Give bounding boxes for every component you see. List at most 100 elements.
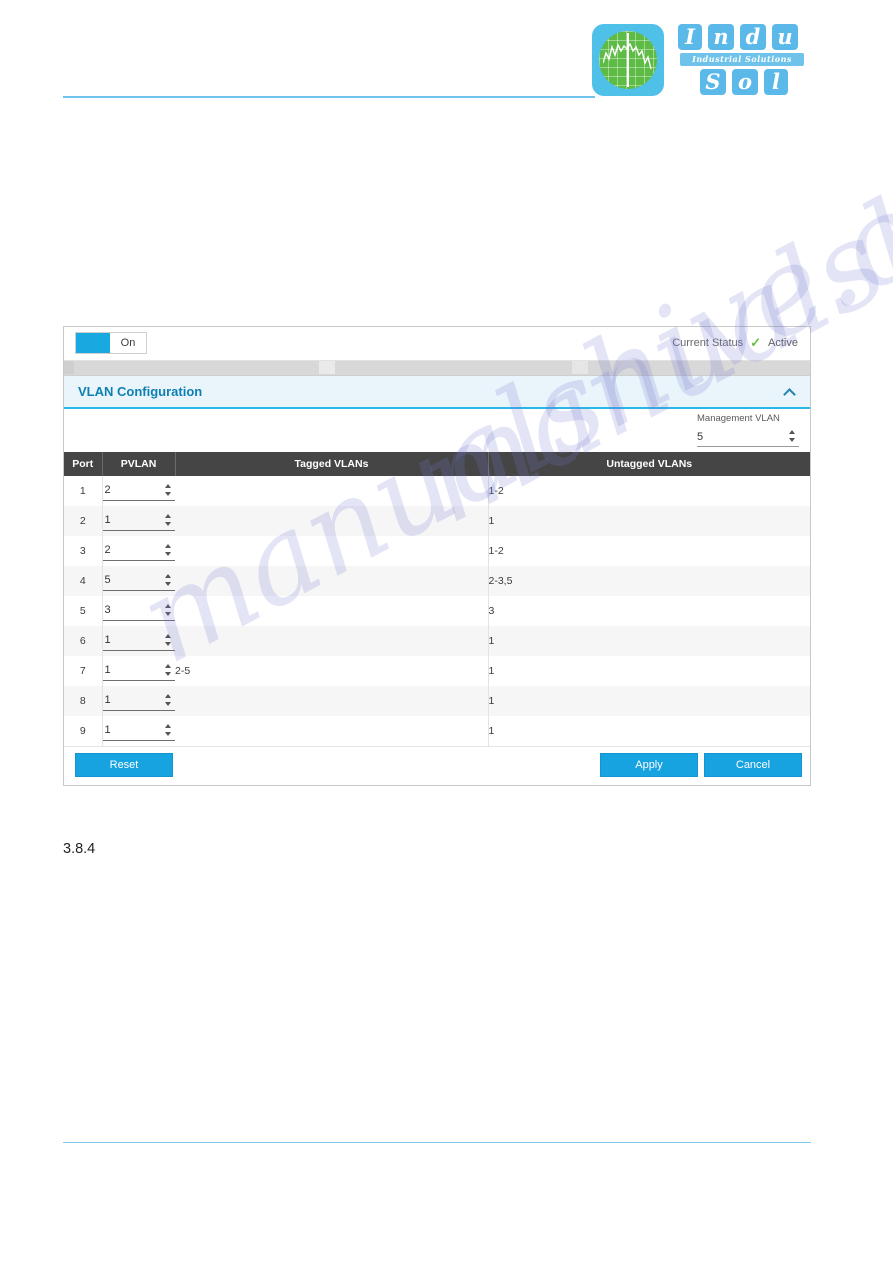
cell-untagged-vlans[interactable]: 1 bbox=[487, 626, 810, 656]
management-vlan-label: Management VLAN bbox=[697, 413, 780, 424]
table-row: 7 1 2-5 1 bbox=[64, 656, 810, 686]
reset-button[interactable]: Reset bbox=[75, 753, 173, 777]
cell-untagged-vlans[interactable]: 1 bbox=[487, 506, 810, 536]
cell-untagged-vlans[interactable]: 1 bbox=[487, 686, 810, 716]
cell-tagged-vlans[interactable] bbox=[175, 476, 488, 506]
spinner-up-icon[interactable] bbox=[165, 484, 171, 488]
spinner-up-icon[interactable] bbox=[165, 664, 171, 668]
vlan-configuration-panel: On Current Status ✓ Active VLAN Configur… bbox=[63, 326, 811, 786]
pvlan-input[interactable]: 1 bbox=[102, 511, 175, 531]
pvlan-input[interactable]: 1 bbox=[102, 631, 175, 651]
spinner-updown-icon[interactable] bbox=[164, 483, 173, 498]
cell-pvlan[interactable]: 2 bbox=[102, 536, 175, 566]
vlan-enable-toggle[interactable]: On bbox=[75, 332, 147, 354]
cell-tagged-vlans[interactable] bbox=[175, 566, 488, 596]
spinner-down-icon[interactable] bbox=[165, 642, 171, 646]
pvlan-input[interactable]: 5 bbox=[102, 571, 175, 591]
spinner-up-icon[interactable] bbox=[165, 514, 171, 518]
pvlan-value: 1 bbox=[104, 694, 111, 706]
pvlan-input[interactable]: 2 bbox=[102, 541, 175, 561]
cell-tagged-vlans[interactable] bbox=[175, 716, 488, 746]
cell-tagged-vlans[interactable] bbox=[175, 536, 488, 566]
pvlan-input[interactable]: 1 bbox=[102, 691, 175, 711]
spinner-updown-icon[interactable] bbox=[164, 633, 173, 648]
spinner-down-icon[interactable] bbox=[165, 732, 171, 736]
column-header-tagged: Tagged VLANs bbox=[175, 452, 489, 476]
globe-icon bbox=[592, 24, 664, 96]
table-header-row: Port PVLAN Tagged VLANs Untagged VLANs bbox=[64, 452, 810, 476]
spinner-up-icon[interactable] bbox=[165, 634, 171, 638]
cell-pvlan[interactable]: 1 bbox=[102, 716, 175, 746]
spinner-updown-icon[interactable] bbox=[164, 543, 173, 558]
spinner-down-icon[interactable] bbox=[165, 522, 171, 526]
pvlan-input[interactable]: 1 bbox=[102, 721, 175, 741]
cell-pvlan[interactable]: 1 bbox=[102, 686, 175, 716]
pvlan-input[interactable]: 3 bbox=[102, 601, 175, 621]
spinner-down-icon[interactable] bbox=[165, 672, 171, 676]
current-status: Current Status ✓ Active bbox=[672, 335, 798, 351]
management-vlan-input[interactable]: 5 bbox=[697, 427, 799, 447]
spinner-updown-icon[interactable] bbox=[164, 723, 173, 738]
logo-letter-o: o bbox=[732, 69, 758, 95]
pvlan-input[interactable]: 2 bbox=[102, 481, 175, 501]
cell-pvlan[interactable]: 3 bbox=[102, 596, 175, 626]
spinner-updown-icon[interactable] bbox=[164, 663, 173, 678]
chevron-up-icon[interactable] bbox=[784, 386, 796, 398]
logo-letter-i: I bbox=[678, 24, 702, 50]
spinner-updown-icon[interactable] bbox=[164, 513, 173, 528]
table-row: 4 5 2-3,5 bbox=[64, 566, 810, 596]
scrollbar-segment-right[interactable] bbox=[572, 361, 588, 374]
management-vlan-field[interactable]: Management VLAN 5 bbox=[697, 413, 799, 447]
cancel-button[interactable]: Cancel bbox=[704, 753, 802, 777]
spinner-up-icon[interactable] bbox=[165, 544, 171, 548]
pvlan-value: 1 bbox=[104, 664, 111, 676]
cell-pvlan[interactable]: 1 bbox=[102, 506, 175, 536]
column-header-pvlan: PVLAN bbox=[102, 452, 176, 476]
spinner-updown-icon[interactable] bbox=[788, 429, 797, 444]
cell-tagged-vlans[interactable]: 2-5 bbox=[175, 656, 488, 686]
spinner-up-icon[interactable] bbox=[165, 724, 171, 728]
cell-tagged-vlans[interactable] bbox=[175, 626, 488, 656]
apply-button[interactable]: Apply bbox=[600, 753, 698, 777]
cell-untagged-vlans[interactable]: 1-2 bbox=[487, 536, 810, 566]
cell-untagged-vlans[interactable]: 1-2 bbox=[487, 476, 810, 506]
spinner-up-icon[interactable] bbox=[789, 430, 795, 434]
cell-pvlan[interactable]: 1 bbox=[102, 656, 175, 686]
spinner-down-icon[interactable] bbox=[165, 612, 171, 616]
spinner-down-icon[interactable] bbox=[165, 582, 171, 586]
horizontal-scrollbar[interactable] bbox=[64, 361, 810, 376]
table-row: 9 1 1 bbox=[64, 716, 810, 746]
cell-pvlan[interactable]: 1 bbox=[102, 626, 175, 656]
cell-untagged-vlans[interactable]: 3 bbox=[487, 596, 810, 626]
spinner-down-icon[interactable] bbox=[165, 552, 171, 556]
cell-port: 1 bbox=[64, 476, 103, 506]
cell-untagged-vlans[interactable]: 1 bbox=[487, 716, 810, 746]
scrollbar-segment-mid[interactable] bbox=[319, 361, 335, 374]
cell-untagged-vlans[interactable]: 2-3,5 bbox=[487, 566, 810, 596]
status-badge: Active bbox=[768, 337, 798, 349]
spinner-updown-icon[interactable] bbox=[164, 693, 173, 708]
spinner-down-icon[interactable] bbox=[789, 438, 795, 442]
logo-wordmark: I n d u Industrial Solutions S o l bbox=[678, 22, 814, 98]
cell-tagged-vlans[interactable] bbox=[175, 686, 488, 716]
spinner-updown-icon[interactable] bbox=[164, 573, 173, 588]
cell-tagged-vlans[interactable] bbox=[175, 596, 488, 626]
pvlan-input[interactable]: 1 bbox=[102, 661, 175, 681]
spinner-down-icon[interactable] bbox=[165, 702, 171, 706]
current-status-label: Current Status bbox=[672, 337, 744, 349]
spinner-up-icon[interactable] bbox=[165, 604, 171, 608]
spinner-down-icon[interactable] bbox=[165, 492, 171, 496]
scrollbar-segment-left[interactable] bbox=[64, 361, 74, 374]
cell-pvlan[interactable]: 5 bbox=[102, 566, 175, 596]
cell-tagged-vlans[interactable] bbox=[175, 506, 488, 536]
cell-pvlan[interactable]: 2 bbox=[102, 476, 175, 506]
spinner-updown-icon[interactable] bbox=[164, 603, 173, 618]
spinner-up-icon[interactable] bbox=[165, 694, 171, 698]
table-row: 3 2 1-2 bbox=[64, 536, 810, 566]
panel-topbar: On Current Status ✓ Active bbox=[64, 327, 810, 361]
panel-title-bar[interactable]: VLAN Configuration bbox=[64, 376, 810, 409]
spinner-up-icon[interactable] bbox=[165, 574, 171, 578]
toggle-knob[interactable] bbox=[76, 333, 110, 353]
logo-letter-s: S bbox=[700, 69, 726, 95]
cell-untagged-vlans[interactable]: 1 bbox=[487, 656, 810, 686]
